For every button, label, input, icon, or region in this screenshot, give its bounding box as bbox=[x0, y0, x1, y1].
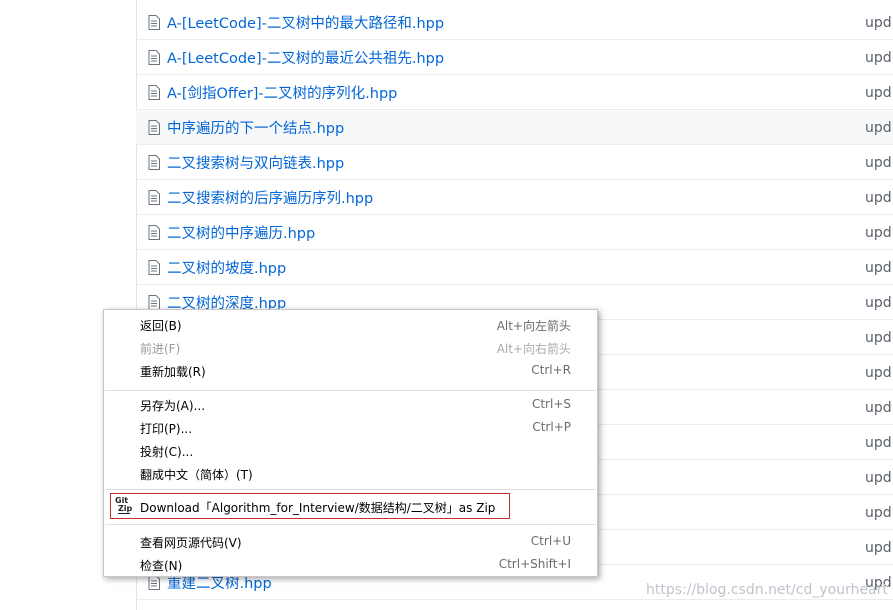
menu-item-shortcut: Ctrl+R bbox=[531, 363, 571, 377]
menu-item-label: 另存为(A)... bbox=[140, 399, 206, 413]
menu-item-label: 投射(C)... bbox=[140, 445, 194, 459]
file-icon bbox=[148, 50, 160, 65]
file-icon bbox=[148, 575, 160, 590]
file-name-link[interactable]: 二叉树的中序遍历.hpp bbox=[167, 222, 315, 243]
gitzip-icon: Git Zip bbox=[115, 497, 133, 515]
commit-message[interactable]: upd bbox=[865, 400, 892, 416]
menu-separator bbox=[105, 489, 596, 490]
file-icon bbox=[148, 155, 160, 170]
file-icon bbox=[148, 260, 160, 275]
commit-message[interactable]: upd bbox=[865, 15, 892, 31]
menu-item-shortcut: Ctrl+S bbox=[531, 397, 571, 411]
file-name-link[interactable]: A-[剑指Offer]-二叉树的序列化.hpp bbox=[167, 82, 397, 103]
menu-item-shortcut: Alt+向右箭头 bbox=[496, 342, 571, 356]
commit-message[interactable]: upd bbox=[865, 295, 892, 311]
commit-message[interactable]: upd bbox=[865, 155, 892, 171]
gitzip-icon-bottom: Zip bbox=[118, 504, 133, 514]
menu-item-label: Download「Algorithm_for_Interview/数据结构/二叉… bbox=[140, 501, 496, 515]
menu-item-shortcut: Ctrl+Shift+I bbox=[498, 557, 571, 571]
file-icon bbox=[148, 295, 160, 310]
commit-message[interactable]: upd bbox=[865, 85, 892, 101]
menu-item-translate[interactable]: 翻成中文（简体）(T) bbox=[104, 463, 597, 485]
menu-item-gitzip-download[interactable]: Git Zip Download「Algorithm_for_Interview… bbox=[110, 493, 510, 519]
file-icon bbox=[148, 120, 160, 135]
commit-message[interactable]: upd bbox=[865, 540, 892, 556]
file-row[interactable]: A-[LeetCode]-二叉树中的最大路径和.hpp upd bbox=[136, 6, 893, 40]
file-row[interactable]: A-[剑指Offer]-二叉树的序列化.hpp upd bbox=[136, 76, 893, 110]
file-name-link[interactable]: 中序遍历的下一个结点.hpp bbox=[167, 117, 344, 138]
menu-item-label: 重新加载(R) bbox=[140, 365, 206, 379]
menu-item-print[interactable]: 打印(P)... Ctrl+P bbox=[104, 417, 597, 439]
menu-item-back[interactable]: 返回(B) Alt+向左箭头 bbox=[104, 314, 597, 336]
file-icon bbox=[148, 190, 160, 205]
file-icon bbox=[148, 225, 160, 240]
commit-message[interactable]: upd bbox=[865, 260, 892, 276]
menu-item-label: 查看网页源代码(V) bbox=[140, 536, 242, 550]
file-name-link[interactable]: 二叉搜索树与双向链表.hpp bbox=[167, 152, 344, 173]
menu-item-label: 翻成中文（简体）(T) bbox=[140, 468, 253, 482]
file-row[interactable]: 中序遍历的下一个结点.hpp upd bbox=[136, 111, 893, 145]
menu-item-shortcut: Ctrl+P bbox=[532, 420, 571, 434]
commit-message[interactable]: upd bbox=[865, 120, 892, 136]
commit-message[interactable]: upd bbox=[865, 435, 892, 451]
commit-message[interactable]: upd bbox=[865, 50, 892, 66]
file-name-link[interactable]: A-[LeetCode]-二叉树的最近公共祖先.hpp bbox=[167, 47, 444, 68]
commit-message[interactable]: upd bbox=[865, 365, 892, 381]
menu-item-label: 前进(F) bbox=[140, 342, 181, 356]
file-name-link[interactable]: A-[LeetCode]-二叉树中的最大路径和.hpp bbox=[167, 12, 444, 33]
menu-item-save-as[interactable]: 另存为(A)... Ctrl+S bbox=[104, 394, 597, 416]
file-name-link[interactable]: 二叉搜索树的后序遍历序列.hpp bbox=[167, 187, 373, 208]
menu-item-forward: 前进(F) Alt+向右箭头 bbox=[104, 337, 597, 359]
file-name-link[interactable]: 二叉树的坡度.hpp bbox=[167, 257, 286, 278]
context-menu: 返回(B) Alt+向左箭头 前进(F) Alt+向右箭头 重新加载(R) Ct… bbox=[103, 309, 598, 577]
file-row[interactable]: A-[LeetCode]-二叉树的最近公共祖先.hpp upd bbox=[136, 41, 893, 75]
menu-item-label: 返回(B) bbox=[140, 319, 182, 333]
file-row[interactable]: 二叉搜索树的后序遍历序列.hpp upd bbox=[136, 181, 893, 215]
menu-separator bbox=[105, 524, 596, 525]
file-row[interactable]: 二叉树的坡度.hpp upd bbox=[136, 251, 893, 285]
menu-item-shortcut: Alt+向左箭头 bbox=[496, 319, 571, 333]
commit-message[interactable]: upd bbox=[865, 330, 892, 346]
menu-separator bbox=[105, 390, 596, 391]
menu-item-reload[interactable]: 重新加载(R) Ctrl+R bbox=[104, 360, 597, 382]
menu-item-inspect[interactable]: 检查(N) Ctrl+Shift+I bbox=[104, 554, 597, 576]
menu-item-view-source[interactable]: 查看网页源代码(V) Ctrl+U bbox=[104, 531, 597, 553]
commit-message[interactable]: upd bbox=[865, 505, 892, 521]
commit-message[interactable]: upd bbox=[865, 470, 892, 486]
commit-message[interactable]: upd bbox=[865, 225, 892, 241]
menu-item-label: 打印(P)... bbox=[140, 422, 193, 436]
menu-item-shortcut: Ctrl+U bbox=[530, 534, 571, 548]
file-icon bbox=[148, 15, 160, 30]
menu-item-label: 检查(N) bbox=[140, 559, 183, 573]
menu-item-cast[interactable]: 投射(C)... bbox=[104, 440, 597, 462]
file-row[interactable]: 二叉树的中序遍历.hpp upd bbox=[136, 216, 893, 250]
watermark: https://blog.csdn.net/cd_yourheart bbox=[646, 582, 888, 598]
file-row[interactable]: 二叉搜索树与双向链表.hpp upd bbox=[136, 146, 893, 180]
commit-message[interactable]: upd bbox=[865, 190, 892, 206]
file-icon bbox=[148, 85, 160, 100]
